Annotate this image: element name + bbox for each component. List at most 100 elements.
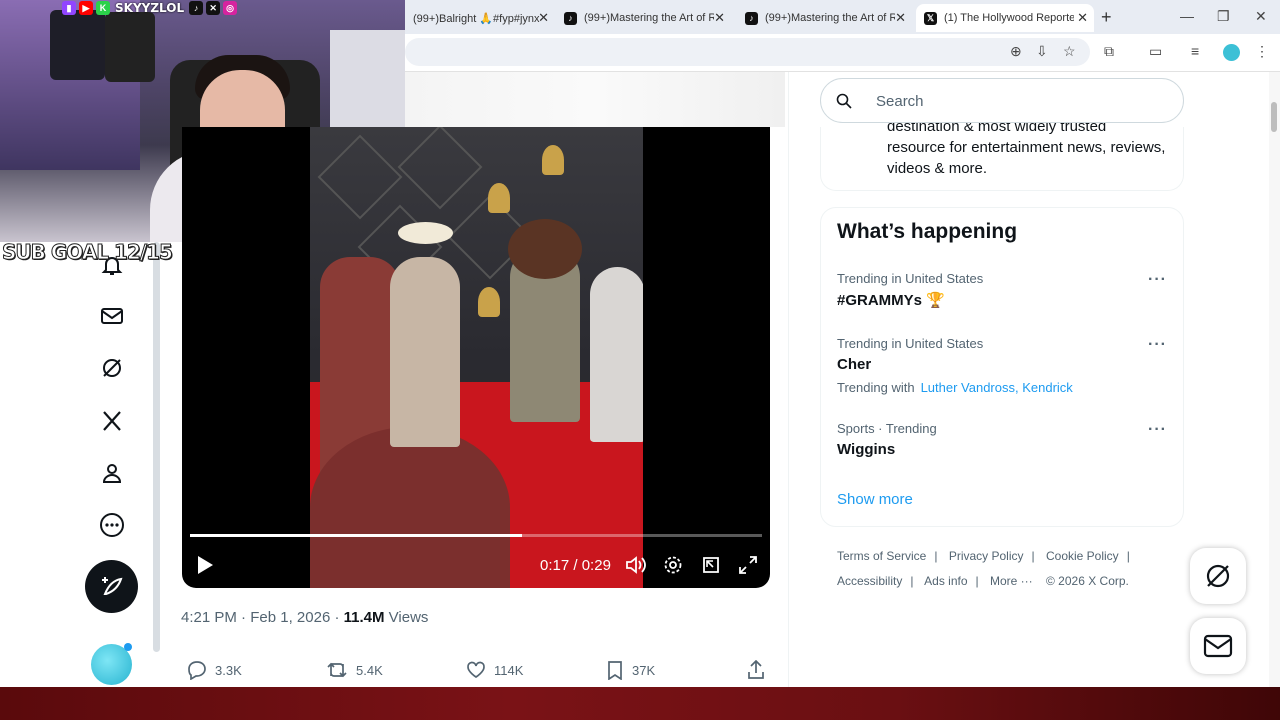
bookmark-count: 37K (632, 662, 656, 678)
footer-links-row-1: Terms of Service | Privacy Policy | Cookie… (837, 549, 1130, 563)
profile-bio-text: destination & most widely trusted resour… (887, 118, 1166, 177)
page-scrollbar-thumb[interactable] (1271, 102, 1277, 132)
zoom-icon[interactable]: ⊕ (1010, 43, 1022, 60)
media-control-icon[interactable]: ≡ (1191, 43, 1199, 59)
profile-icon[interactable] (99, 460, 125, 486)
omnibox[interactable] (405, 38, 1090, 66)
bookmark-icon (608, 661, 622, 680)
close-icon[interactable]: ✕ (895, 10, 906, 26)
picture-in-picture-icon[interactable] (701, 555, 721, 580)
more-link[interactable]: More ··· (990, 574, 1033, 588)
terms-link[interactable]: Terms of Service (837, 549, 926, 563)
video-time: 0:17 / 0:29 (540, 557, 611, 574)
video-frame (310, 127, 643, 588)
trend-name-wiggins[interactable]: Wiggins (837, 441, 895, 458)
accessibility-link[interactable]: Accessibility (837, 574, 902, 588)
post-header-blurred (405, 72, 785, 127)
menu-dots-icon[interactable]: ⋮ (1255, 43, 1269, 60)
footer-links-row-2: Accessibility | Ads info | More ··· © 2026… (837, 574, 1129, 588)
notification-dot (124, 643, 132, 651)
trend-more-icon[interactable]: ··· (1148, 271, 1167, 289)
trending-with: Trending with Luther Vandross, Kendrick (837, 380, 1073, 395)
tab-label: (99+)Mastering the Art of R (765, 12, 895, 24)
post-time[interactable]: 4:21 PM (181, 609, 237, 626)
left-scrollbar[interactable] (153, 242, 160, 652)
share-icon (748, 660, 764, 679)
search-input[interactable]: Search (820, 78, 1184, 123)
restore-icon[interactable]: ❐ (1217, 8, 1230, 25)
post-date[interactable]: Feb 1, 2026 (250, 609, 330, 626)
trending-with-links[interactable]: Luther Vandross, Kendrick (921, 380, 1073, 395)
grok-icon (1206, 564, 1230, 588)
video-current-time: 0:17 (540, 557, 570, 574)
heart-icon (467, 661, 485, 679)
channel-name: SKYYZLOL (115, 1, 185, 15)
window-close-icon[interactable]: ✕ (1255, 8, 1267, 25)
close-icon[interactable]: ✕ (1077, 10, 1088, 26)
instagram-icon: ◎ (223, 1, 238, 15)
video-duration: 0:29 (581, 557, 611, 574)
browser-tab-1[interactable]: (99+)Balright 🙏#fyp#jynx ✕ (405, 4, 555, 32)
close-icon[interactable]: ✕ (538, 10, 549, 26)
sub-goal-overlay: SUB GOAL 12/15 (2, 240, 174, 265)
stream-bottom-banner (0, 687, 1280, 720)
trends-title: What’s happening (837, 220, 1018, 243)
grok-fab-button[interactable] (1190, 548, 1246, 604)
browser-tab-4-active[interactable]: 𝕏 (1) The Hollywood Reporter ✕ (916, 4, 1094, 32)
premium-x-icon[interactable] (99, 408, 125, 434)
tab-label: (99+)Balright 🙏#fyp#jynx (413, 12, 540, 25)
trending-with-label: Trending with (837, 380, 915, 395)
volume-icon[interactable] (625, 555, 647, 580)
tab-label: (99+)Mastering the Art of R (584, 12, 714, 24)
browser-tab-2[interactable]: ♪ (99+)Mastering the Art of R ✕ (556, 4, 731, 32)
profile-avatar[interactable] (1223, 44, 1240, 61)
settings-gear-icon[interactable] (663, 555, 683, 580)
new-tab-button[interactable]: + (1101, 7, 1112, 28)
x-logo-icon: 𝕏 (924, 11, 937, 25)
like-button[interactable]: 114K (466, 660, 523, 680)
browser-tab-3[interactable]: ♪ (99+)Mastering the Art of R ✕ (737, 4, 912, 32)
cast-icon[interactable]: ▭ (1149, 43, 1162, 60)
trend-name-grammys[interactable]: #GRAMMYs 🏆 (837, 291, 945, 309)
trend-context: Trending in United States (837, 336, 984, 351)
video-player[interactable]: 0:17 / 0:29 (182, 127, 770, 588)
cookie-link[interactable]: Cookie Policy (1046, 549, 1119, 563)
kick-icon: K (96, 1, 110, 15)
more-circle-icon[interactable] (99, 512, 125, 538)
share-button[interactable] (746, 660, 766, 680)
tab-label: (1) The Hollywood Reporter (944, 12, 1074, 24)
minimize-icon[interactable]: — (1180, 8, 1194, 24)
trend-context: Sports · Trending (837, 421, 937, 436)
youtube-icon: ▶ (79, 1, 93, 15)
grok-icon[interactable] (99, 355, 125, 381)
show-more-link[interactable]: Show more (837, 491, 913, 508)
reply-button[interactable]: 3.3K (187, 660, 242, 680)
like-count: 114K (494, 662, 524, 678)
compose-post-button[interactable] (85, 560, 138, 613)
bookmark-star-icon[interactable]: ☆ (1063, 43, 1076, 60)
repost-icon (327, 662, 347, 678)
copyright: © 2026 X Corp. (1046, 574, 1129, 588)
trend-more-icon[interactable]: ··· (1148, 421, 1167, 439)
tiktok-icon: ♪ (745, 11, 758, 25)
search-icon (836, 93, 852, 109)
install-app-icon[interactable]: ⇩ (1036, 43, 1048, 60)
messages-fab-button[interactable] (1190, 618, 1246, 674)
tiktok-icon: ♪ (189, 1, 204, 15)
messages-icon[interactable] (99, 303, 125, 329)
page-scrollbar[interactable] (1269, 72, 1280, 688)
close-icon[interactable]: ✕ (714, 10, 725, 26)
views-count: 11.4M (343, 609, 385, 626)
post-timestamp: 4:21 PM · Feb 1, 2026 · 11.4M Views (181, 609, 429, 626)
trend-more-icon[interactable]: ··· (1148, 336, 1167, 354)
trend-name-cher[interactable]: Cher (837, 356, 871, 373)
privacy-link[interactable]: Privacy Policy (949, 549, 1024, 563)
play-icon[interactable] (196, 555, 214, 580)
bookmark-button[interactable]: 37K (606, 660, 655, 680)
reply-count: 3.3K (215, 662, 242, 678)
ads-info-link[interactable]: Ads info (924, 574, 967, 588)
fullscreen-icon[interactable] (738, 555, 758, 580)
views-label: Views (388, 609, 429, 626)
repost-button[interactable]: 5.4K (326, 660, 383, 680)
extensions-icon[interactable]: ⧉ (1104, 43, 1114, 60)
